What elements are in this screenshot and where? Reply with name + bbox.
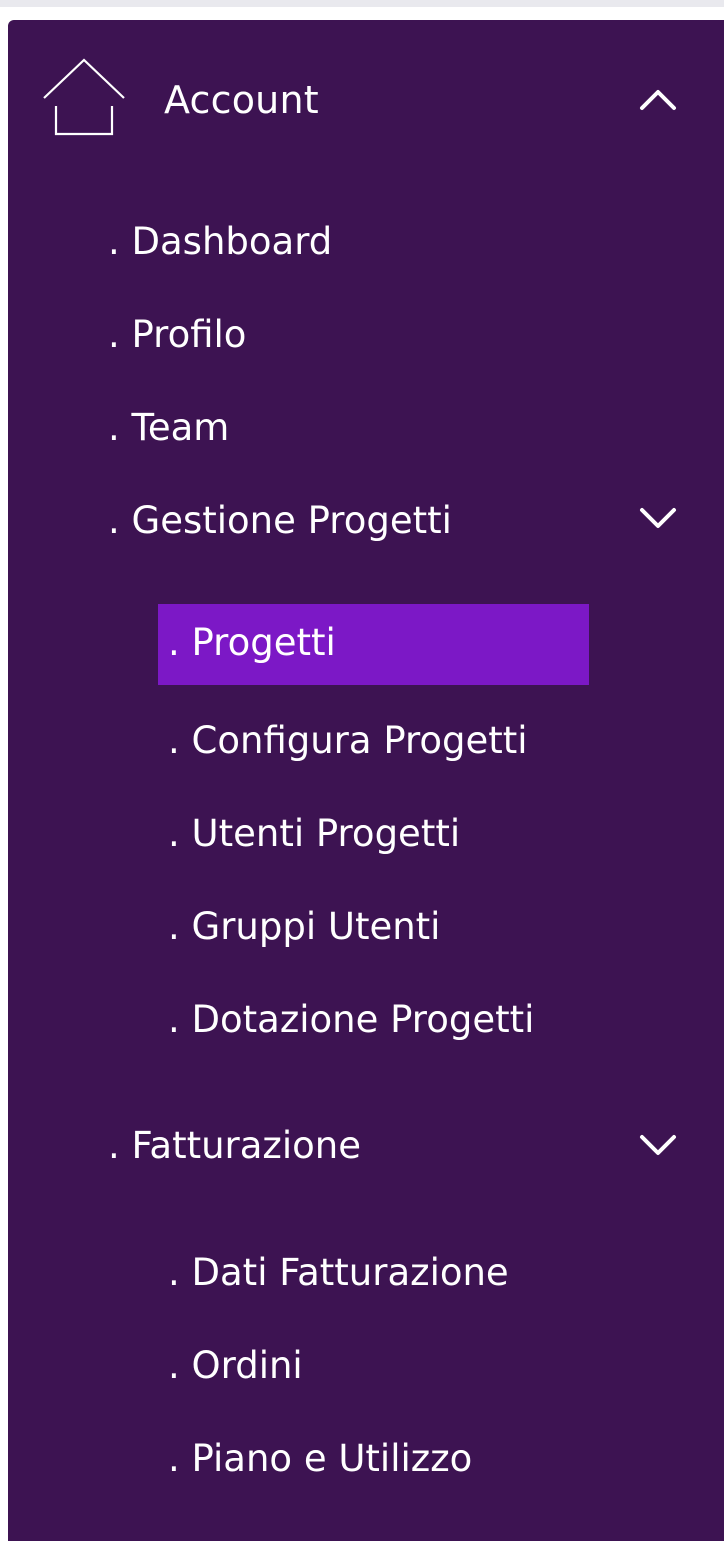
sidebar-menu: Account . Dashboard . Profilo . Team . G… [8, 20, 724, 1541]
chevron-down-icon[interactable] [638, 1132, 678, 1158]
sidebar-item-gruppi-utenti[interactable]: . Gruppi Utenti [168, 903, 440, 951]
chevron-down-icon[interactable] [638, 505, 678, 531]
home-icon [43, 58, 125, 136]
sidebar-item-label: . Progetti [168, 621, 336, 664]
sidebar-item-ordini[interactable]: . Ordini [168, 1342, 303, 1390]
sidebar-item-dashboard[interactable]: . Dashboard [108, 218, 332, 266]
sidebar-item-piano-e-utilizzo[interactable]: . Piano e Utilizzo [168, 1435, 472, 1483]
sidebar-item-gestione-progetti[interactable]: . Gestione Progetti [108, 497, 452, 545]
chevron-up-icon[interactable] [638, 86, 678, 112]
sidebar-item-team[interactable]: . Team [108, 404, 229, 452]
sidebar-item-dotazione-progetti[interactable]: . Dotazione Progetti [168, 996, 534, 1044]
sidebar-item-dati-fatturazione[interactable]: . Dati Fatturazione [168, 1249, 509, 1297]
sidebar-item-configura-progetti[interactable]: . Configura Progetti [168, 717, 528, 765]
browser-top-strip [0, 0, 724, 7]
sidebar-item-fatturazione[interactable]: . Fatturazione [108, 1122, 361, 1170]
sidebar-item-profilo[interactable]: . Profilo [108, 311, 246, 359]
sidebar-item-utenti-progetti[interactable]: . Utenti Progetti [168, 810, 460, 858]
account-menu-label: Account [164, 78, 319, 122]
account-menu-header[interactable]: Account [8, 20, 724, 180]
sidebar-item-progetti-active[interactable]: . Progetti [158, 604, 589, 685]
